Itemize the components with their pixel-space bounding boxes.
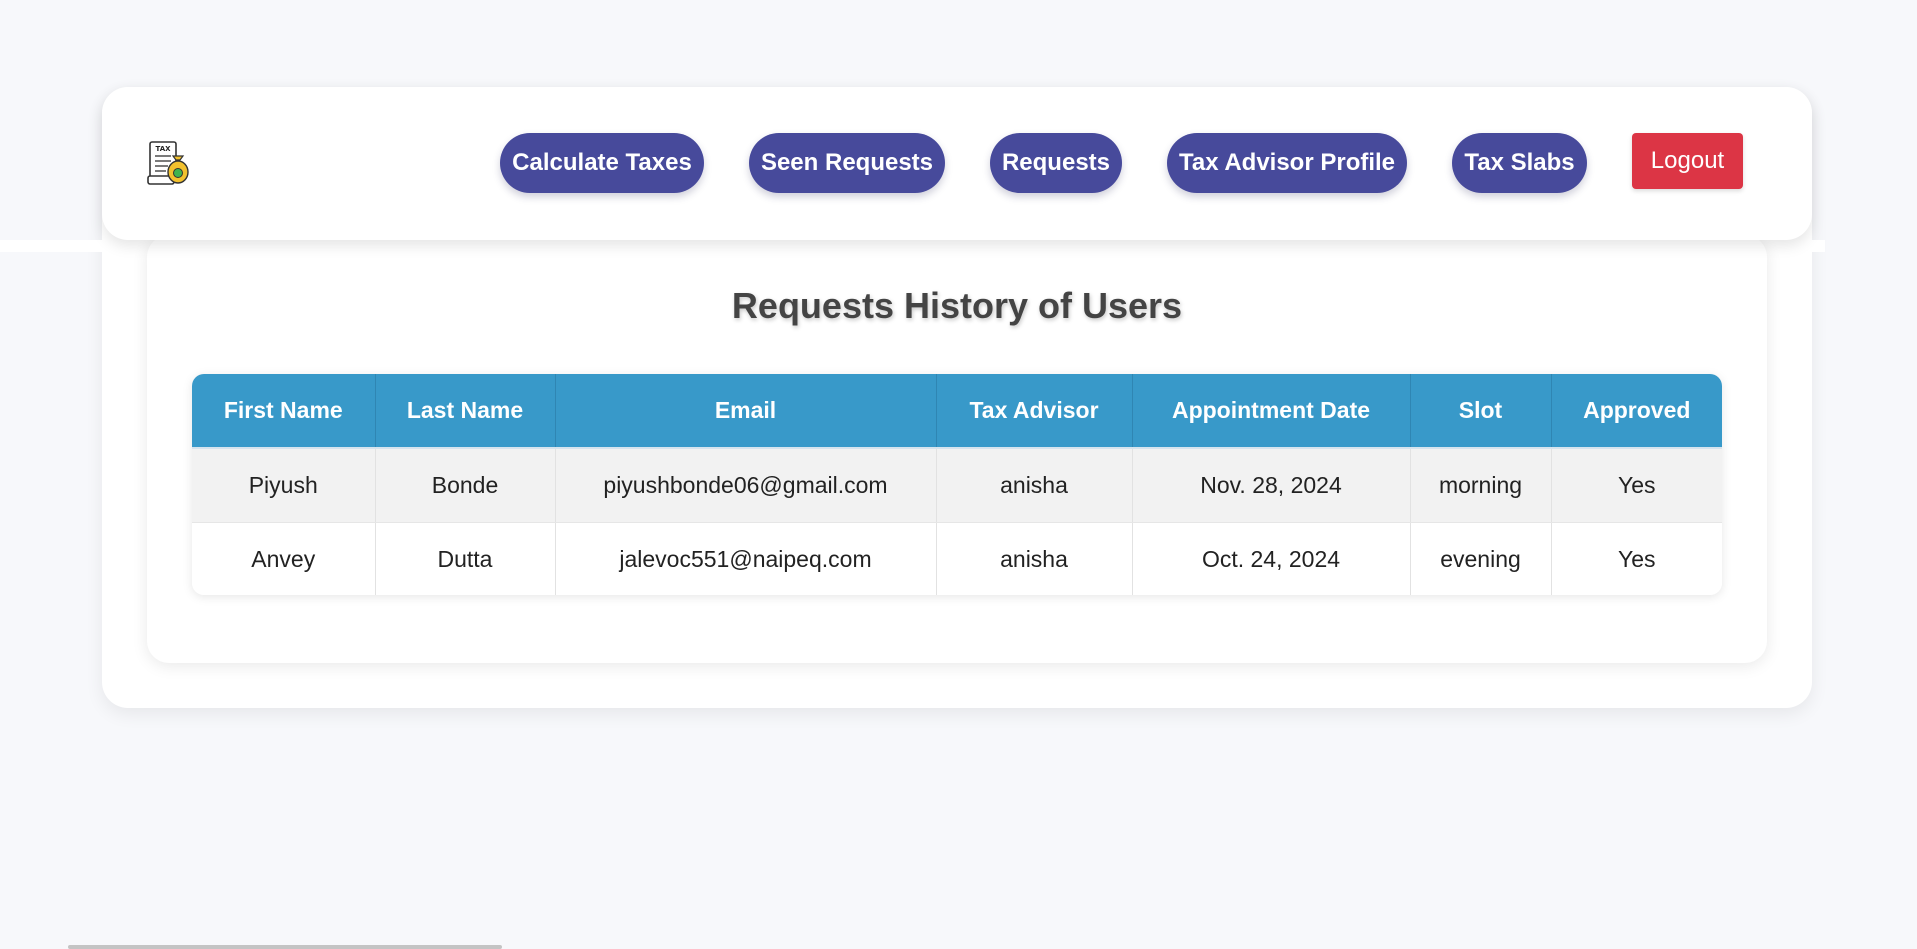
cell-approved: Yes <box>1551 448 1722 523</box>
cell-first-name: Piyush <box>192 448 376 523</box>
cell-appointment-date: Oct. 24, 2024 <box>1132 522 1411 595</box>
tax-logo-icon[interactable]: TAX <box>146 140 192 188</box>
requests-button[interactable]: Requests <box>990 133 1122 193</box>
cell-email: jalevoc551@naipeq.com <box>555 522 937 595</box>
tax-slabs-button[interactable]: Tax Slabs <box>1452 133 1587 193</box>
cell-slot: morning <box>1410 448 1552 523</box>
cell-appointment-date: Nov. 28, 2024 <box>1132 448 1411 523</box>
header-last-name: Last Name <box>375 374 556 449</box>
cell-last-name: Bonde <box>375 448 556 523</box>
header-tax-advisor: Tax Advisor <box>936 374 1133 449</box>
requests-history-card: Requests History of Users First Name Las… <box>147 235 1767 663</box>
table-row: Piyush Bonde piyushbonde06@gmail.com ani… <box>192 448 1722 523</box>
seen-requests-button[interactable]: Seen Requests <box>749 133 945 193</box>
cell-first-name: Anvey <box>192 522 376 595</box>
logo-text: TAX <box>155 145 171 153</box>
cell-tax-advisor: anisha <box>936 522 1133 595</box>
tax-advisor-profile-button[interactable]: Tax Advisor Profile <box>1167 133 1407 193</box>
cell-last-name: Dutta <box>375 522 556 595</box>
cell-approved: Yes <box>1551 522 1722 595</box>
horizontal-scrollbar[interactable] <box>68 945 502 949</box>
table-header-row: First Name Last Name Email Tax Advisor A… <box>192 374 1722 449</box>
cell-email: piyushbonde06@gmail.com <box>555 448 937 523</box>
header-appointment-date: Appointment Date <box>1132 374 1411 449</box>
logout-button[interactable]: Logout <box>1632 133 1743 189</box>
header-slot: Slot <box>1410 374 1552 449</box>
cell-slot: evening <box>1410 522 1552 595</box>
calculate-taxes-button[interactable]: Calculate Taxes <box>500 133 704 193</box>
header-approved: Approved <box>1551 374 1722 449</box>
header-first-name: First Name <box>192 374 376 449</box>
requests-table: First Name Last Name Email Tax Advisor A… <box>192 374 1722 595</box>
requests-table-container: First Name Last Name Email Tax Advisor A… <box>192 374 1722 595</box>
header-email: Email <box>555 374 937 449</box>
cell-tax-advisor: anisha <box>936 448 1133 523</box>
table-row: Anvey Dutta jalevoc551@naipeq.com anisha… <box>192 522 1722 595</box>
page-title: Requests History of Users <box>731 285 1183 326</box>
